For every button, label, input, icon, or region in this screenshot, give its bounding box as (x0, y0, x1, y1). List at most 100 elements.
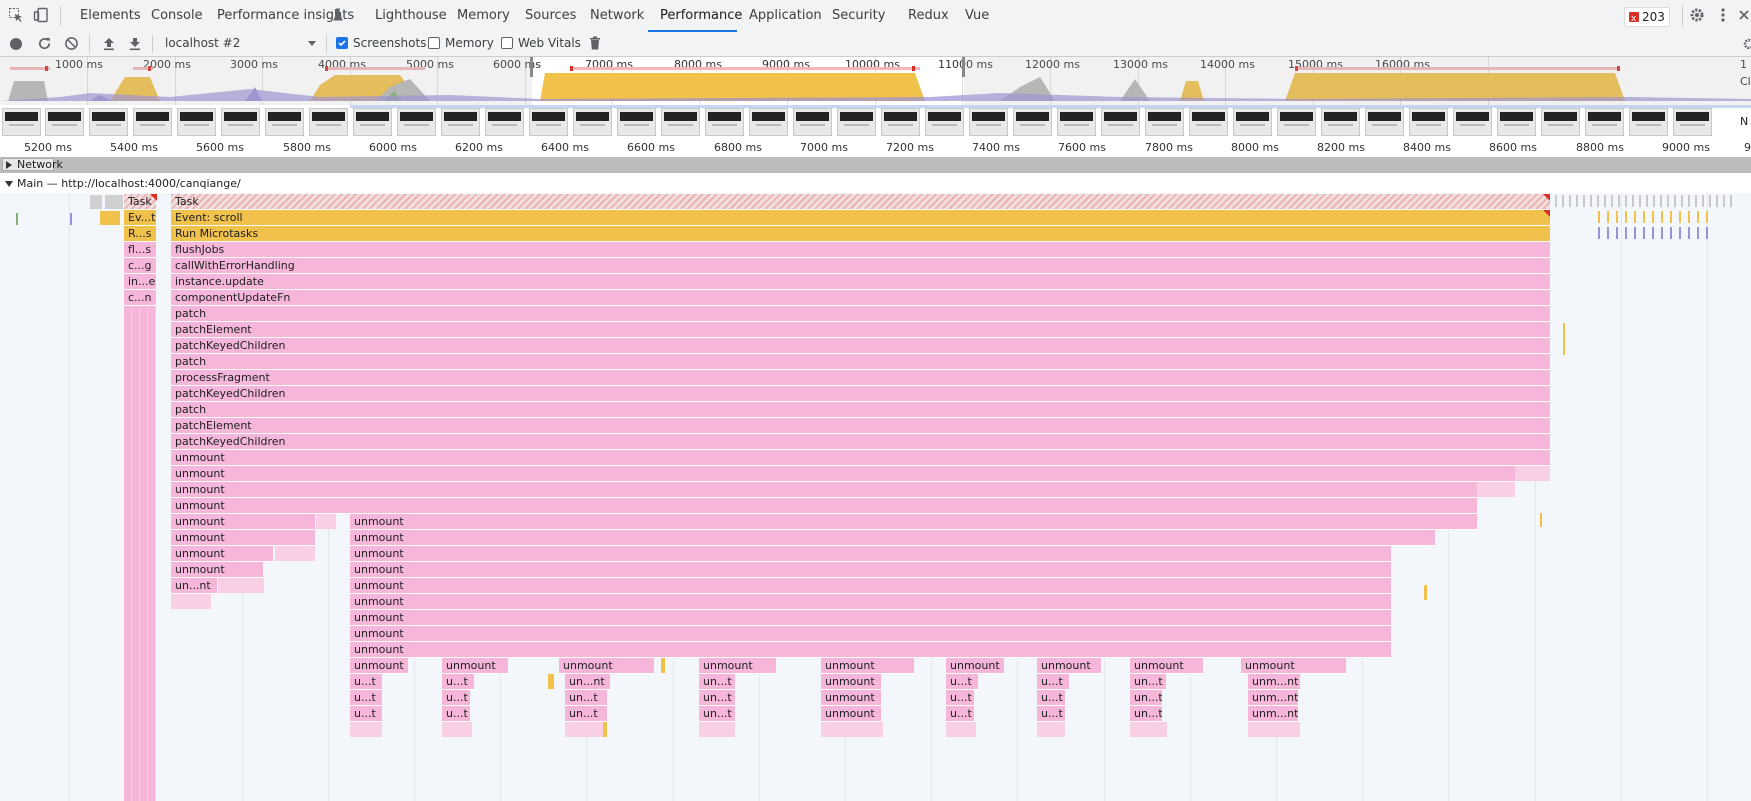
flame-unmount[interactable]: unmount (171, 482, 1477, 498)
timeline-overview[interactable]: 1000 ms 2000 ms 3000 ms 4000 ms 5000 ms … (0, 57, 1751, 105)
flame-unmount[interactable]: unmount (171, 450, 1550, 466)
flame-unmount-short[interactable]: u...t (442, 690, 470, 706)
flame-unmount-short[interactable]: un...t (1130, 690, 1162, 706)
flame-event-scroll[interactable]: Event: scroll (171, 210, 1550, 226)
more-options-icon[interactable] (1714, 6, 1732, 24)
tab-network[interactable]: Network (590, 0, 644, 32)
flame-unmount[interactable]: unmount (821, 658, 914, 674)
network-track-header[interactable]: Network (0, 157, 1751, 173)
flame-unmount[interactable]: unmount (350, 578, 1391, 594)
tab-redux[interactable]: Redux (908, 0, 949, 32)
flame-unmount[interactable]: unmount (350, 626, 1391, 642)
flame-unmount[interactable]: unmount (171, 562, 263, 578)
tab-performance[interactable]: Performance (660, 0, 742, 32)
clear-icon[interactable] (64, 36, 79, 54)
tab-lighthouse[interactable]: Lighthouse (375, 0, 447, 32)
flame-instance-update-left[interactable]: in...e (124, 274, 156, 290)
save-profile-icon[interactable] (128, 36, 142, 54)
tab-memory[interactable]: Memory (457, 0, 510, 32)
tab-sources[interactable]: Sources (525, 0, 576, 32)
flame-callwitherror-left[interactable]: c...g (124, 258, 156, 274)
tab-security[interactable]: Security (832, 0, 885, 32)
flame-patch[interactable]: patch (171, 402, 1550, 418)
flame-left-deep-stack[interactable] (124, 306, 156, 801)
flame-unmount-short[interactable]: u...t (946, 690, 974, 706)
flame-unmount-short[interactable]: u...t (1037, 690, 1065, 706)
flame-unmount-short[interactable]: un...nt (171, 578, 217, 594)
flame-unmount-short[interactable]: un...t (699, 690, 735, 706)
issues-badge[interactable]: x 203 (1624, 7, 1670, 27)
flame-unmount-short[interactable]: un...t (565, 690, 607, 706)
flame-unmount[interactable]: unmount (350, 610, 1391, 626)
flame-unmount[interactable]: unmount (1130, 658, 1203, 674)
flame-unmount[interactable]: unmount (171, 498, 1477, 514)
flame-patchelement[interactable]: patchElement (171, 418, 1550, 434)
flame-microtasks-left[interactable]: R...s (124, 226, 156, 242)
flame-unmount[interactable]: unmount (821, 674, 881, 690)
flame-unmount-short[interactable]: u...t (1037, 674, 1069, 690)
flame-unmount[interactable]: unmount (821, 690, 881, 706)
screenshots-checkbox[interactable] (336, 37, 348, 49)
close-devtools-icon[interactable] (1735, 6, 1751, 24)
flame-flushjobs[interactable]: flushJobs (171, 242, 1550, 258)
flame-patchkeyedchildren[interactable]: patchKeyedChildren (171, 386, 1550, 402)
flame-unmount[interactable]: unmount (1037, 658, 1101, 674)
flame-componentupdate-left[interactable]: c...n (124, 290, 156, 306)
memory-checkbox[interactable] (428, 37, 440, 49)
flame-patchkeyedchildren[interactable]: patchKeyedChildren (171, 434, 1550, 450)
flame-instance-update[interactable]: instance.update (171, 274, 1550, 290)
selection-handle-right[interactable] (962, 57, 965, 77)
flame-unmount[interactable]: unmount (442, 658, 508, 674)
flame-unmount-short[interactable]: u...t (350, 690, 382, 706)
flame-callwitherrorhandling[interactable]: callWithErrorHandling (171, 258, 1550, 274)
flame-unmount[interactable]: unmount (350, 658, 408, 674)
capture-settings-gear-icon[interactable] (1741, 37, 1751, 54)
flame-unmount-short[interactable]: un...t (1130, 674, 1166, 690)
flame-unmount-short[interactable]: u...t (350, 706, 382, 722)
flame-unmount-short[interactable]: u...t (946, 706, 974, 722)
tab-elements[interactable]: Elements (80, 0, 141, 32)
flame-unmount[interactable]: unmount (350, 514, 1477, 530)
tab-console[interactable]: Console (151, 0, 203, 32)
flame-flushjobs-left[interactable]: fl...s (124, 242, 156, 258)
flame-unmount-short[interactable]: unm...nt (1248, 690, 1298, 706)
flame-unmount-short[interactable]: u...t (350, 674, 382, 690)
flame-event-left[interactable]: Ev...t (124, 210, 156, 226)
web-vitals-checkbox[interactable] (501, 37, 513, 49)
flame-processfragment[interactable]: processFragment (171, 370, 1550, 386)
flame-unmount[interactable]: unmount (350, 562, 1391, 578)
reload-record-icon[interactable] (37, 36, 52, 54)
flame-unmount[interactable]: unmount (350, 594, 1391, 610)
flame-unmount-short[interactable]: un...t (699, 706, 735, 722)
flame-unmount-short[interactable]: un...t (1130, 706, 1162, 722)
flame-unmount-short[interactable]: u...t (442, 706, 470, 722)
flame-chart[interactable]: Task Ev...t R...s fl...s c...g in...e c.… (0, 193, 1751, 801)
flame-unmount-short[interactable]: un...t (699, 674, 735, 690)
inspect-element-icon[interactable] (7, 6, 25, 24)
flame-unmount-short[interactable]: unm...nt (1248, 674, 1300, 690)
record-icon[interactable] (10, 38, 22, 50)
flame-task[interactable]: Task (171, 194, 1550, 210)
expand-triangle-icon[interactable] (6, 161, 12, 169)
device-toolbar-icon[interactable] (32, 6, 50, 24)
flame-unmount-short[interactable]: un...nt (565, 674, 610, 690)
trash-icon[interactable] (589, 36, 601, 53)
screenshots-filmstrip[interactable]: N (0, 105, 1751, 140)
flame-unmount[interactable]: unmount (171, 514, 315, 530)
flame-unmount[interactable]: unmount (946, 658, 1004, 674)
flame-unmount[interactable]: unmount (350, 642, 1391, 658)
flame-unmount-short[interactable]: unm...nt (1248, 706, 1298, 722)
flame-unmount-short[interactable]: un...t (565, 706, 607, 722)
selection-handle-left[interactable] (530, 57, 533, 77)
flame-unmount[interactable]: unmount (350, 530, 1435, 546)
flame-componentupdatefn[interactable]: componentUpdateFn (171, 290, 1550, 306)
tab-application[interactable]: Application (749, 0, 822, 32)
flame-patch[interactable]: patch (171, 306, 1550, 322)
flame-patch[interactable]: patch (171, 354, 1550, 370)
main-track-header[interactable]: Main — http://localhost:4000/canqiange/ (0, 175, 1751, 193)
flame-unmount[interactable]: unmount (171, 530, 315, 546)
flame-unmount[interactable]: unmount (821, 706, 881, 722)
chevron-down-icon[interactable] (308, 41, 316, 46)
target-select[interactable]: localhost #2 (165, 36, 240, 50)
flame-unmount-short[interactable]: u...t (946, 674, 978, 690)
